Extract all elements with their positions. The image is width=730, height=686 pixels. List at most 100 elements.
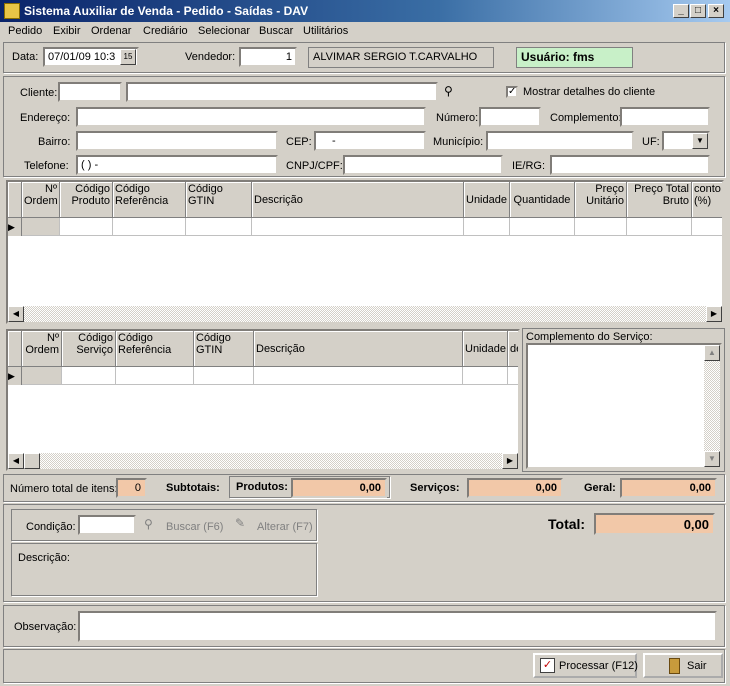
col-desconto[interactable]: conto (%) bbox=[692, 182, 722, 218]
col-unidade[interactable]: Unidade bbox=[464, 182, 510, 218]
telefone-field[interactable]: ( ) - bbox=[76, 155, 278, 175]
maximize-button[interactable]: □ bbox=[690, 4, 706, 18]
col-truncated[interactable]: de bbox=[508, 331, 518, 367]
scroll-right-icon[interactable]: ▶ bbox=[502, 453, 518, 469]
observacao-label: Observação: bbox=[14, 621, 77, 633]
services-grid[interactable]: Nº Ordem Código Serviço Código Referênci… bbox=[6, 329, 520, 471]
cep-field[interactable]: - bbox=[314, 131, 426, 151]
table-cell[interactable] bbox=[575, 218, 627, 236]
col-unidade[interactable]: Unidade bbox=[463, 331, 508, 367]
grid-corner bbox=[8, 331, 22, 367]
table-cell[interactable] bbox=[464, 218, 510, 236]
telefone-label: Telefone: bbox=[24, 160, 69, 172]
col-preco-unitario[interactable]: Preço Unitário bbox=[575, 182, 627, 218]
complemento-servico-memo[interactable]: ▲ ▼ bbox=[526, 343, 722, 469]
minimize-button[interactable]: _ bbox=[673, 4, 689, 18]
menu-crediario[interactable]: Crediário bbox=[143, 25, 188, 37]
col-codigo-referencia[interactable]: Código Referência bbox=[113, 182, 186, 218]
table-cell[interactable] bbox=[186, 218, 252, 236]
endereco-label: Endereço: bbox=[20, 112, 71, 124]
table-cell[interactable] bbox=[692, 218, 722, 236]
door-icon bbox=[669, 658, 680, 674]
edit-icon: ✎ bbox=[235, 516, 246, 530]
endereco-field[interactable] bbox=[76, 107, 426, 127]
cnpj-label: CNPJ/CPF: bbox=[286, 160, 343, 172]
col-codigo-produto[interactable]: Código Produto bbox=[60, 182, 113, 218]
menu-exibir[interactable]: Exibir bbox=[53, 25, 81, 37]
vendedor-code: 1 bbox=[285, 51, 292, 63]
menu-utilitarios[interactable]: Utilitários bbox=[303, 25, 348, 37]
binoculars-icon: ⚲ bbox=[144, 517, 153, 531]
col-ordem[interactable]: Nº Ordem bbox=[22, 182, 60, 218]
observacao-field[interactable] bbox=[78, 611, 717, 642]
usuario-badge: Usuário: fms bbox=[516, 47, 633, 68]
ie-field[interactable] bbox=[550, 155, 710, 175]
table-cell[interactable] bbox=[627, 218, 692, 236]
col-descricao[interactable]: Descrição bbox=[252, 182, 464, 218]
municipio-field[interactable] bbox=[486, 131, 634, 151]
telefone-mask: ( ) - bbox=[81, 159, 99, 171]
condicao-field[interactable] bbox=[78, 515, 136, 535]
col-codigo-referencia[interactable]: Código Referência bbox=[116, 331, 194, 367]
num-itens-label: Número total de itens: bbox=[10, 483, 118, 495]
cliente-code-field[interactable] bbox=[58, 82, 122, 102]
app-icon bbox=[4, 3, 20, 19]
binoculars-icon[interactable]: ⚲ bbox=[444, 84, 453, 98]
scroll-down-icon[interactable]: ▼ bbox=[704, 451, 720, 467]
col-preco-total[interactable]: Preço Total Bruto bbox=[627, 182, 692, 218]
table-cell[interactable] bbox=[510, 218, 575, 236]
menu-buscar[interactable]: Buscar bbox=[259, 25, 293, 37]
uf-dropdown-icon[interactable]: ▼ bbox=[692, 133, 708, 149]
col-codigo-servico[interactable]: Código Serviço bbox=[62, 331, 116, 367]
numero-field[interactable] bbox=[479, 107, 541, 127]
scroll-up-icon[interactable]: ▲ bbox=[704, 345, 720, 361]
scroll-left-icon[interactable]: ◀ bbox=[8, 453, 24, 469]
col-codigo-gtin[interactable]: Código GTIN bbox=[194, 331, 254, 367]
complemento-field[interactable] bbox=[620, 107, 710, 127]
products-hscrollbar[interactable]: ◀ ▶ bbox=[8, 306, 722, 322]
table-cell[interactable] bbox=[116, 367, 194, 385]
col-codigo-gtin[interactable]: Código GTIN bbox=[186, 182, 252, 218]
table-cell[interactable] bbox=[113, 218, 186, 236]
vendedor-code-field[interactable]: 1 bbox=[239, 47, 297, 67]
produtos-label: Produtos: bbox=[236, 481, 288, 493]
table-cell[interactable] bbox=[463, 367, 508, 385]
buscar-button[interactable]: Buscar (F6) bbox=[166, 521, 223, 533]
close-button[interactable]: × bbox=[708, 4, 724, 18]
table-row[interactable] bbox=[22, 367, 62, 385]
cnpj-field[interactable] bbox=[343, 155, 503, 175]
bairro-field[interactable] bbox=[76, 131, 278, 151]
scroll-left-icon[interactable]: ◀ bbox=[8, 306, 24, 322]
products-grid[interactable]: Nº Ordem Código Produto Código Referênci… bbox=[6, 180, 724, 324]
subtotais-label: Subtotais: bbox=[166, 482, 220, 494]
menu-selecionar[interactable]: Selecionar bbox=[198, 25, 250, 37]
table-cell[interactable] bbox=[194, 367, 254, 385]
scroll-thumb[interactable] bbox=[24, 453, 40, 469]
services-hscrollbar[interactable]: ◀ ▶ bbox=[8, 453, 518, 469]
table-cell[interactable] bbox=[252, 218, 464, 236]
processar-button[interactable]: ✓ Processar (F12) bbox=[533, 653, 638, 678]
cliente-name-field[interactable] bbox=[126, 82, 438, 102]
col-descricao[interactable]: Descrição bbox=[254, 331, 463, 367]
col-quantidade[interactable]: Quantidade bbox=[510, 182, 575, 218]
mostrar-checkbox[interactable]: ✓ bbox=[506, 86, 518, 98]
memo-vscrollbar[interactable]: ▲ ▼ bbox=[704, 345, 720, 467]
menu-ordenar[interactable]: Ordenar bbox=[91, 25, 131, 37]
table-row[interactable] bbox=[22, 218, 60, 236]
scroll-right-icon[interactable]: ▶ bbox=[706, 306, 722, 322]
table-cell[interactable] bbox=[62, 367, 116, 385]
servicos-label: Serviços: bbox=[410, 482, 460, 494]
calendar-icon[interactable]: 15 bbox=[120, 49, 136, 65]
data-value: 07/01/09 10:3 bbox=[48, 51, 116, 63]
menu-pedido[interactable]: Pedido bbox=[8, 25, 42, 37]
sair-button[interactable]: Sair bbox=[643, 653, 723, 678]
complemento-servico-label: Complemento do Serviço: bbox=[526, 331, 653, 343]
cliente-label: Cliente: bbox=[20, 87, 58, 99]
col-ordem[interactable]: Nº Ordem bbox=[22, 331, 62, 367]
uf-label: UF: bbox=[642, 136, 660, 148]
table-cell[interactable] bbox=[60, 218, 113, 236]
title-bar: Sistema Auxiliar de Venda - Pedido - Saí… bbox=[0, 0, 730, 22]
table-cell[interactable] bbox=[508, 367, 518, 385]
alterar-button[interactable]: Alterar (F7) bbox=[257, 521, 313, 533]
table-cell[interactable] bbox=[254, 367, 463, 385]
